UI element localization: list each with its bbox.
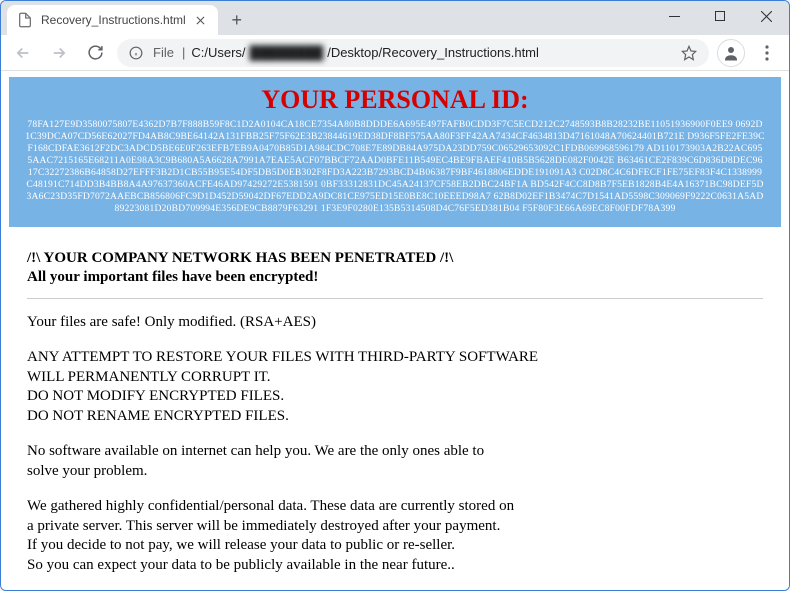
info-icon[interactable] — [129, 46, 143, 60]
tab-close-icon[interactable] — [194, 13, 208, 27]
paragraph-line: So you can expect your data to be public… — [27, 556, 763, 576]
tab-title: Recovery_Instructions.html — [41, 13, 186, 27]
id-line: 78FA127E9D3580075807E4362D7B7F888B59F8C1… — [27, 119, 733, 130]
headline-1: /!\ YOUR COMPANY NETWORK HAS BEEN PENETR… — [27, 249, 763, 269]
paragraph-line: DO NOT MODIFY ENCRYPTED FILES. — [27, 387, 763, 407]
reload-button[interactable] — [81, 39, 109, 67]
paragraph-line: No software available on internet can he… — [27, 442, 763, 462]
window-controls — [651, 1, 789, 31]
url-prefix: C:/Users/ — [191, 45, 245, 60]
browser-tab[interactable]: Recovery_Instructions.html — [7, 5, 218, 35]
address-bar[interactable]: File | C:/Users/ ████████ /Desktop/Recov… — [117, 39, 709, 67]
divider — [27, 298, 763, 299]
paragraph-line: WILL PERMANENTLY CORRUPT IT. — [27, 368, 763, 388]
toolbar: File | C:/Users/ ████████ /Desktop/Recov… — [1, 35, 789, 71]
paragraph-line: We gathered highly confidential/personal… — [27, 497, 763, 517]
url-suffix: /Desktop/Recovery_Instructions.html — [327, 45, 539, 60]
paragraph-line: ANY ATTEMPT TO RESTORE YOUR FILES WITH T… — [27, 348, 763, 368]
personal-id-text: 78FA127E9D3580075807E4362D7B7F888B59F8C1… — [25, 119, 765, 215]
url-text: File | C:/Users/ ████████ /Desktop/Recov… — [153, 45, 671, 60]
paragraph-line: a private server. This server will be im… — [27, 517, 763, 537]
paragraph-line: If you decide to not pay, we will releas… — [27, 536, 763, 556]
url-blurred: ████████ — [248, 45, 326, 60]
new-tab-button[interactable]: + — [224, 7, 250, 33]
url-scheme: File — [153, 45, 174, 60]
back-button[interactable] — [9, 39, 37, 67]
paragraph-line: solve your problem. — [27, 462, 763, 482]
tab-bar: Recovery_Instructions.html + — [1, 1, 789, 35]
minimize-button[interactable] — [651, 1, 697, 31]
headline-2: All your important files have been encry… — [27, 268, 763, 288]
bookmark-star-icon[interactable] — [681, 45, 697, 61]
page-content: YOUR PERSONAL ID: 78FA127E9D3580075807E4… — [1, 71, 789, 590]
close-button[interactable] — [743, 1, 789, 31]
maximize-button[interactable] — [697, 1, 743, 31]
forward-button[interactable] — [45, 39, 73, 67]
file-icon — [17, 12, 33, 28]
browser-window: Recovery_Instructions.html + — [0, 0, 790, 591]
profile-button[interactable] — [717, 39, 745, 67]
personal-id-banner: YOUR PERSONAL ID: 78FA127E9D3580075807E4… — [9, 77, 781, 227]
kebab-menu-icon[interactable] — [753, 39, 781, 67]
paragraph-line: Your files are safe! Only modified. (RSA… — [27, 313, 763, 333]
id-line: F5F80F3E66A69EC8F00FDF78A399 — [522, 203, 675, 214]
banner-title: YOUR PERSONAL ID: — [23, 85, 767, 115]
paragraph-line: DO NOT RENAME ENCRYPTED FILES. — [27, 407, 763, 427]
ransom-note-body: /!\ YOUR COMPANY NETWORK HAS BEEN PENETR… — [9, 243, 781, 590]
